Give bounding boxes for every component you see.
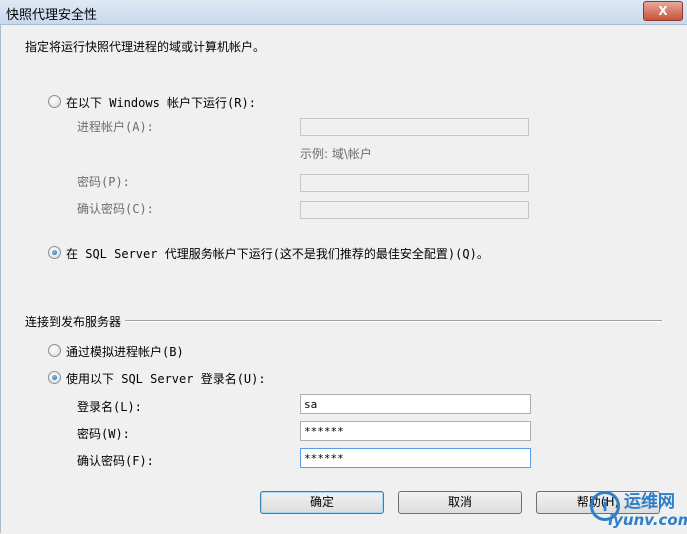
login-name-input[interactable] [300, 394, 531, 414]
login-confirm-input[interactable] [300, 448, 531, 468]
process-password-input[interactable] [300, 174, 529, 192]
login-name-label: 登录名(L): [77, 400, 142, 414]
group-separator [125, 320, 662, 322]
ok-button[interactable]: 确定 [260, 491, 384, 514]
radio-windows-account[interactable] [48, 95, 61, 108]
example-hint: 示例: 域\帐户 [300, 147, 372, 161]
group-label-publisher: 连接到发布服务器 [25, 315, 122, 329]
watermark-site-name: 运维网 [624, 492, 675, 512]
process-confirm-input[interactable] [300, 201, 529, 219]
process-account-label: 进程帐户(A): [77, 120, 154, 134]
watermark-url: iyunv.com [608, 511, 687, 529]
login-password-label: 密码(W): [77, 427, 130, 441]
process-account-input[interactable] [300, 118, 529, 136]
radio-sql-login[interactable] [48, 371, 61, 384]
cancel-button[interactable]: 取消 [398, 491, 522, 514]
close-button[interactable]: X [643, 1, 683, 21]
window-title: 快照代理安全性 [6, 8, 98, 23]
login-password-input[interactable] [300, 421, 531, 441]
process-confirm-label: 确认密码(C): [77, 202, 154, 216]
close-icon: X [658, 4, 668, 18]
watermark: i 运维网 iyunv.com [588, 485, 687, 534]
radio-impersonate-label[interactable]: 通过模拟进程帐户(B) [66, 343, 184, 360]
title-bar: 快照代理安全性 X [0, 0, 687, 25]
radio-impersonate[interactable] [48, 344, 61, 357]
radio-sql-login-label[interactable]: 使用以下 SQL Server 登录名(U): [66, 370, 266, 387]
radio-windows-account-label[interactable]: 在以下 Windows 帐户下运行(R): [66, 94, 256, 111]
radio-sql-agent-account[interactable] [48, 246, 61, 259]
radio-sql-agent-account-label[interactable]: 在 SQL Server 代理服务帐户下运行(这不是我们推荐的最佳安全配置)(Q… [66, 245, 489, 262]
process-password-label: 密码(P): [77, 175, 130, 189]
instruction-text: 指定将运行快照代理进程的域或计算机帐户。 [25, 40, 266, 54]
login-confirm-label: 确认密码(F): [77, 454, 154, 468]
